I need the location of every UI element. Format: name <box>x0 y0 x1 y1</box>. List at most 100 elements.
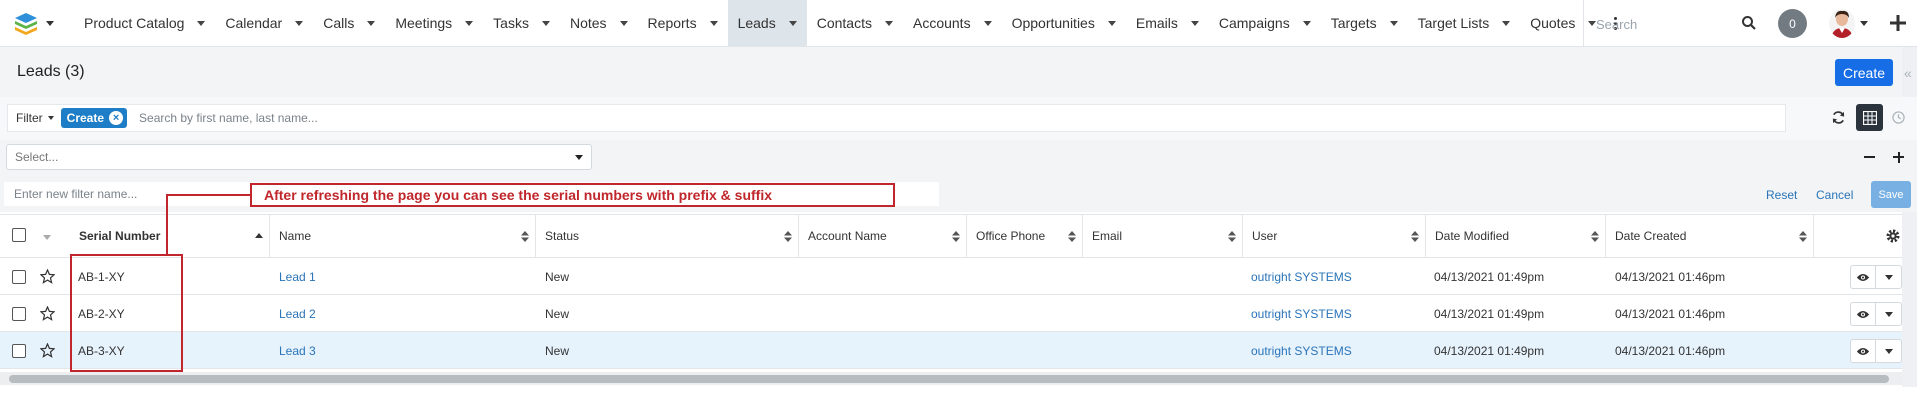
remove-filter-row-button[interactable] <box>1856 144 1883 170</box>
view-eye-icon[interactable] <box>1851 266 1877 288</box>
sort-icon[interactable] <box>1799 231 1807 242</box>
app-logo-menu[interactable] <box>13 11 59 35</box>
cell-user[interactable]: outright SYSTEMS <box>1251 270 1352 284</box>
column-settings-gear-icon[interactable] <box>1885 228 1901 244</box>
avatar[interactable] <box>1829 9 1855 38</box>
column-header-label: Name <box>279 229 312 243</box>
chevron-down-icon <box>788 20 797 26</box>
favorite-star-icon[interactable] <box>40 343 55 358</box>
chevron-down-icon <box>197 20 206 26</box>
column-header-serial-number[interactable]: Serial Number <box>70 214 270 258</box>
sort-icon[interactable] <box>1591 231 1599 242</box>
nav-item-meetings[interactable]: Meetings <box>385 0 483 46</box>
refresh-button[interactable] <box>1825 104 1852 131</box>
column-header-label: Office Phone <box>976 229 1046 243</box>
sort-icon[interactable] <box>784 231 792 242</box>
horizontal-scrollbar-thumb[interactable] <box>9 375 1889 383</box>
favorite-star-icon[interactable] <box>40 306 55 321</box>
nav-item-calls[interactable]: Calls <box>313 0 385 46</box>
nav-item-tasks[interactable]: Tasks <box>483 0 560 46</box>
favorite-star-icon[interactable] <box>40 269 55 284</box>
plus-icon <box>1893 151 1904 163</box>
nav-item-campaigns[interactable]: Campaigns <box>1209 0 1321 46</box>
row-actions <box>1850 265 1902 289</box>
nav-item-leads[interactable]: Leads <box>727 0 807 46</box>
column-header-email[interactable]: Email <box>1083 214 1243 258</box>
cell-user[interactable]: outright SYSTEMS <box>1251 307 1352 321</box>
reset-link[interactable]: Reset <box>1766 188 1797 202</box>
sort-icon[interactable] <box>1411 231 1419 242</box>
mass-action-chevron-icon[interactable] <box>43 235 51 240</box>
nav-item-emails[interactable]: Emails <box>1126 0 1209 46</box>
row-menu-button[interactable] <box>1876 340 1901 362</box>
row-checkbox[interactable] <box>12 307 26 321</box>
nav-item-label: Opportunities <box>1011 15 1095 31</box>
view-eye-icon[interactable] <box>1851 340 1877 362</box>
column-header-office-phone[interactable]: Office Phone <box>967 214 1083 258</box>
row-checkbox[interactable] <box>12 270 26 284</box>
chevron-down-icon <box>295 20 304 26</box>
nav-item-opportunities[interactable]: Opportunities <box>1002 0 1126 46</box>
filter-search-input[interactable] <box>139 111 740 125</box>
column-header-status[interactable]: Status <box>536 214 799 258</box>
saved-filter-select[interactable]: Select... <box>6 144 592 170</box>
column-header-account-name[interactable]: Account Name <box>799 214 967 258</box>
sort-ascending-icon[interactable] <box>255 231 263 242</box>
create-button[interactable]: Create <box>1835 59 1893 86</box>
nav-item-quotes[interactable]: Quotes <box>1520 0 1606 46</box>
list-view-button[interactable] <box>1856 104 1883 131</box>
nav-item-calendar[interactable]: Calendar <box>215 0 313 46</box>
cell-user[interactable]: outright SYSTEMS <box>1251 344 1352 358</box>
nav-item-label: Campaigns <box>1218 15 1290 31</box>
search-icon[interactable] <box>1741 15 1757 31</box>
history-button[interactable] <box>1885 104 1912 131</box>
nav-item-reports[interactable]: Reports <box>638 0 728 46</box>
cell-name[interactable]: Lead 1 <box>279 270 316 284</box>
column-header-user[interactable]: User <box>1243 214 1426 258</box>
view-eye-icon[interactable] <box>1851 303 1877 325</box>
grid-icon <box>1862 110 1877 125</box>
filter-dropdown[interactable]: Filter <box>8 111 54 125</box>
global-search-input[interactable] <box>1596 14 1756 34</box>
row-checkbox[interactable] <box>12 344 26 358</box>
collapse-double-chevron-icon[interactable]: « <box>1904 65 1912 81</box>
quick-create-plus-icon[interactable] <box>1888 13 1908 33</box>
sort-icon[interactable] <box>521 231 529 242</box>
annotation-callout: After refreshing the page you can see th… <box>250 183 895 207</box>
notification-badge[interactable]: 0 <box>1778 9 1807 38</box>
cell-created: 04/13/2021 01:46pm <box>1615 270 1726 284</box>
nav-item-label: Target Lists <box>1417 15 1490 31</box>
save-button[interactable]: Save <box>1871 181 1911 208</box>
select-all-checkbox[interactable] <box>12 228 26 242</box>
cell-name[interactable]: Lead 2 <box>279 307 316 321</box>
clock-icon <box>1892 111 1905 124</box>
nav-item-targets[interactable]: Targets <box>1321 0 1408 46</box>
column-header-label: Date Created <box>1615 229 1687 243</box>
cancel-link[interactable]: Cancel <box>1816 188 1853 202</box>
row-menu-button[interactable] <box>1876 266 1901 288</box>
column-header-date-modified[interactable]: Date Modified <box>1426 214 1606 258</box>
nav-item-label: Accounts <box>912 15 971 31</box>
chevron-down-icon <box>884 20 893 26</box>
add-filter-row-button[interactable] <box>1885 144 1912 170</box>
column-header-label: Account Name <box>808 229 887 243</box>
column-header-date-created[interactable]: Date Created <box>1606 214 1814 258</box>
sort-icon[interactable] <box>1228 231 1236 242</box>
chevron-down-icon <box>47 116 54 120</box>
sort-icon[interactable] <box>952 231 960 242</box>
nav-item-contacts[interactable]: Contacts <box>807 0 903 46</box>
sort-icon[interactable] <box>1068 231 1076 242</box>
nav-item-accounts[interactable]: Accounts <box>903 0 1002 46</box>
remove-filter-close-icon[interactable]: × <box>109 111 124 125</box>
annotation-connector-vertical <box>166 194 168 255</box>
nav-item-product-catalog[interactable]: Product Catalog <box>74 0 215 46</box>
cell-status: New <box>545 307 570 321</box>
row-menu-button[interactable] <box>1876 303 1901 325</box>
nav-item-notes[interactable]: Notes <box>560 0 638 46</box>
active-filter-pill-label: Create <box>66 111 105 125</box>
user-menu-chevron-icon[interactable] <box>1860 21 1868 26</box>
nav-item-target-lists[interactable]: Target Lists <box>1408 0 1521 46</box>
cell-name[interactable]: Lead 3 <box>279 344 316 358</box>
chevron-down-icon <box>709 20 718 26</box>
column-header-name[interactable]: Name <box>270 214 536 258</box>
